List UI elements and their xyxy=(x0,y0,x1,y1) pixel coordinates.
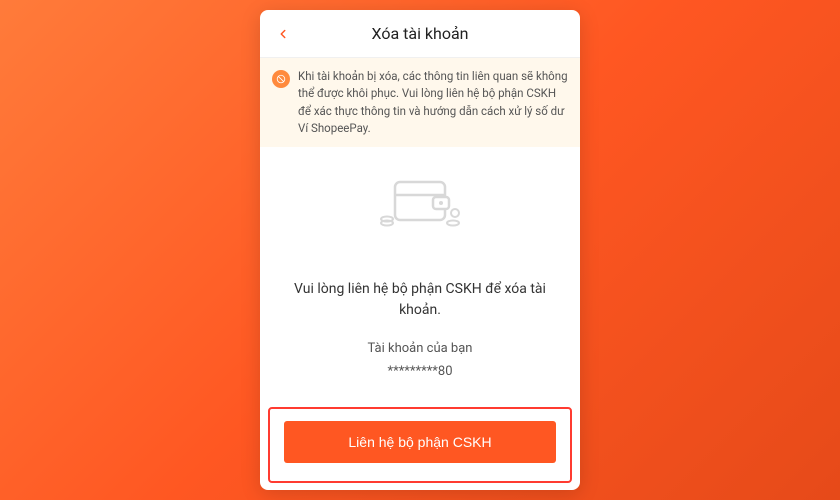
contact-support-button[interactable]: Liên hệ bộ phận CSKH xyxy=(284,421,556,463)
account-label: Tài khoản của bạn xyxy=(368,341,473,356)
chevron-left-icon xyxy=(276,27,290,41)
phone-screen: Xóa tài khoản Khi tài khoản bị xóa, các … xyxy=(260,10,580,490)
header: Xóa tài khoản xyxy=(260,10,580,58)
page-title: Xóa tài khoản xyxy=(272,24,568,43)
wallet-icon xyxy=(375,167,465,241)
content-area: Vui lòng liên hệ bộ phận CSKH để xóa tài… xyxy=(260,147,580,407)
back-button[interactable] xyxy=(272,23,294,45)
warning-icon xyxy=(272,70,290,88)
warning-text: Khi tài khoản bị xóa, các thông tin liên… xyxy=(298,68,568,137)
instruction-text: Vui lòng liên hệ bộ phận CSKH để xóa tài… xyxy=(280,279,560,321)
account-masked-value: *********80 xyxy=(388,364,453,379)
warning-banner: Khi tài khoản bị xóa, các thông tin liên… xyxy=(260,58,580,147)
cta-highlight-box: Liên hệ bộ phận CSKH xyxy=(268,407,572,483)
